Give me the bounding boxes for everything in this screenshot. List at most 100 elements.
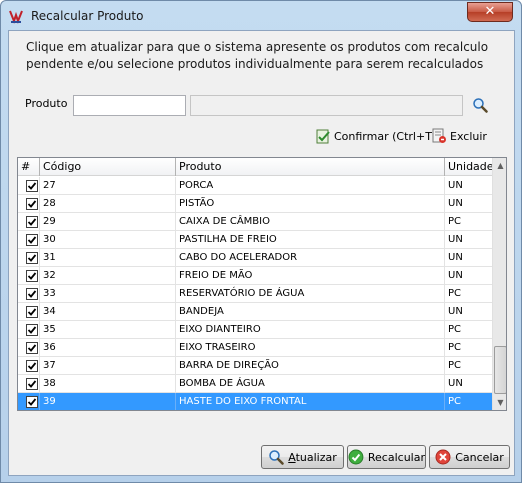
row-checkbox[interactable] — [26, 342, 38, 354]
close-button[interactable]: ✕ — [467, 2, 513, 22]
table-row[interactable]: 28 PISTÃO UN — [18, 195, 492, 213]
cell-produto: RESERVATÓRIO DE ÁGUA — [176, 285, 445, 303]
cell-check — [18, 285, 40, 303]
cell-check — [18, 375, 40, 393]
cell-codigo: 29 — [40, 213, 176, 231]
row-checkbox[interactable] — [26, 288, 38, 300]
cell-produto: FREIO DE MÃO — [176, 267, 445, 285]
cell-unidade: UN — [448, 378, 463, 389]
checkmark-icon — [27, 380, 37, 388]
green-check-icon — [348, 449, 364, 465]
cell-unidade: UN — [448, 234, 463, 245]
table-row[interactable]: 31 CABO DO ACELERADOR UN — [18, 249, 492, 267]
column-header-check[interactable]: # — [18, 158, 40, 176]
red-cancel-icon — [435, 449, 451, 465]
table-row[interactable]: 33 RESERVATÓRIO DE ÁGUA PC — [18, 285, 492, 303]
cell-unidade: PC — [448, 360, 462, 371]
row-checkbox[interactable] — [26, 180, 38, 192]
scroll-thumb[interactable] — [494, 346, 506, 394]
cell-check — [18, 357, 40, 375]
row-checkbox[interactable] — [26, 360, 38, 372]
vertical-scrollbar[interactable]: ▲ ▼ — [492, 158, 506, 410]
recalcular-button[interactable]: Recalcular — [347, 445, 426, 469]
table-row[interactable]: 29 CAIXA DE CÂMBIO PC — [18, 213, 492, 231]
cell-produto: PASTILHA DE FREIO — [176, 231, 445, 249]
table-row[interactable]: 34 BANDEJA UN — [18, 303, 492, 321]
cell-unidade: UN — [448, 306, 463, 317]
atualizar-button[interactable]: Atualizar — [261, 445, 344, 469]
table-row[interactable]: 30 PASTILHA DE FREIO UN — [18, 231, 492, 249]
cell-unidade: UN — [448, 252, 463, 263]
cell-codigo: 36 — [40, 339, 176, 357]
cell-codigo: 37 — [40, 357, 176, 375]
excluir-button[interactable]: Excluir — [431, 127, 487, 145]
cell-unidade: PC — [448, 342, 462, 353]
confirm-button[interactable]: Confirmar (Ctrl+T) — [315, 127, 436, 145]
cell-check — [18, 177, 40, 195]
table-row[interactable]: 39 HASTE DO EIXO FRONTAL PC — [18, 393, 492, 410]
column-header-unidade[interactable]: Unidade — [445, 158, 494, 176]
cell-produto: CABO DO ACELERADOR — [176, 249, 445, 267]
checkmark-icon — [27, 272, 37, 280]
row-checkbox[interactable] — [26, 378, 38, 390]
table-row[interactable]: 32 FREIO DE MÃO UN — [18, 267, 492, 285]
cell-codigo: 38 — [40, 375, 176, 393]
cell-produto: BOMBA DE ÁGUA — [176, 375, 445, 393]
row-checkbox[interactable] — [26, 216, 38, 228]
cell-check — [18, 393, 40, 410]
cell-produto: EIXO TRASEIRO — [176, 339, 445, 357]
cell-unidade: PC — [448, 396, 462, 407]
table-row[interactable]: 27 PORCA UN — [18, 177, 492, 195]
cancelar-button[interactable]: Cancelar — [429, 445, 510, 469]
cell-codigo: 32 — [40, 267, 176, 285]
checkmark-icon — [27, 290, 37, 298]
confirm-document-icon — [316, 129, 330, 144]
cell-produto: EIXO DIANTEIRO — [176, 321, 445, 339]
cell-unidade: PC — [448, 216, 462, 227]
row-checkbox[interactable] — [26, 324, 38, 336]
checkmark-icon — [27, 326, 37, 334]
row-checkbox[interactable] — [26, 234, 38, 246]
row-checkbox[interactable] — [26, 396, 38, 408]
cell-check — [18, 303, 40, 321]
produto-code-input[interactable] — [73, 95, 186, 116]
checkmark-icon — [27, 344, 37, 352]
products-grid[interactable]: # Código Produto Unidade 27 PORCA UN 28 PIST… — [17, 157, 507, 411]
window-title: Recalcular Produto — [31, 9, 144, 23]
cell-codigo: 39 — [40, 393, 176, 410]
column-header-produto[interactable]: Produto — [176, 158, 445, 176]
table-row[interactable]: 37 BARRA DE DIREÇÃO PC — [18, 357, 492, 375]
scroll-down-icon[interactable]: ▼ — [493, 395, 506, 410]
cell-produto: BARRA DE DIREÇÃO — [176, 357, 445, 375]
cell-codigo: 30 — [40, 231, 176, 249]
cell-check — [18, 231, 40, 249]
table-row[interactable]: 35 EIXO DIANTEIRO PC — [18, 321, 492, 339]
table-row[interactable]: 38 BOMBA DE ÁGUA UN — [18, 375, 492, 393]
cell-check — [18, 213, 40, 231]
table-row[interactable]: 36 EIXO TRASEIRO PC — [18, 339, 492, 357]
title-bar[interactable]: Recalcular Produto ✕ — [1, 1, 521, 30]
cancelar-label: Cancelar — [455, 450, 504, 464]
cell-codigo: 28 — [40, 195, 176, 213]
cell-check — [18, 195, 40, 213]
checkmark-icon — [27, 218, 37, 226]
client-area: Clique em atualizar para que o sistema a… — [8, 30, 515, 476]
checkmark-icon — [27, 182, 37, 190]
checkmark-icon — [27, 362, 37, 370]
cell-produto: PORCA — [176, 177, 445, 195]
search-icon[interactable] — [472, 97, 488, 113]
row-checkbox[interactable] — [26, 198, 38, 210]
cell-codigo: 31 — [40, 249, 176, 267]
produto-description-field — [190, 95, 463, 116]
checkmark-icon — [27, 236, 37, 244]
cell-codigo: 34 — [40, 303, 176, 321]
cell-unidade: UN — [448, 198, 463, 209]
row-checkbox[interactable] — [26, 270, 38, 282]
cell-check — [18, 339, 40, 357]
cell-produto: PISTÃO — [176, 195, 445, 213]
column-header-codigo[interactable]: Código — [40, 158, 176, 176]
scroll-up-icon[interactable]: ▲ — [493, 158, 506, 173]
cell-check — [18, 321, 40, 339]
row-checkbox[interactable] — [26, 252, 38, 264]
row-checkbox[interactable] — [26, 306, 38, 318]
